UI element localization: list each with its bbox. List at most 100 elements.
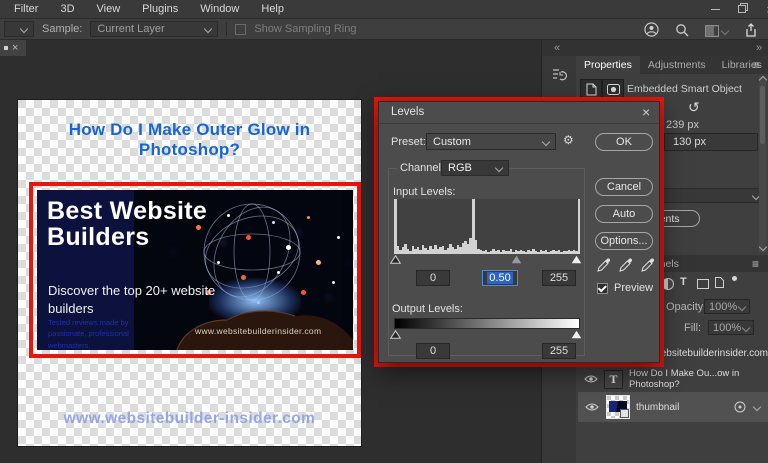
workspace-icon[interactable] [705, 25, 728, 37]
opacity-label: Opacity: [666, 301, 706, 313]
properties-menu-icon[interactable]: ≡ [753, 58, 760, 72]
preset-options-gear-icon[interactable]: ⚙ [563, 133, 574, 147]
width-value-label: 239 px [666, 119, 699, 131]
document-tab[interactable]: × [0, 40, 26, 56]
history-panel-icon[interactable] [546, 62, 572, 88]
menu-plugins[interactable]: Plugins [142, 3, 178, 15]
gray-point-eyedropper-icon[interactable] [619, 258, 633, 275]
sampling-ring-checkbox[interactable] [235, 24, 246, 35]
preset-dropdown[interactable]: Custom [426, 133, 556, 150]
menu-3d[interactable]: 3D [60, 3, 74, 15]
levels-dialog-titlebar[interactable]: Levels × [379, 102, 659, 124]
unsaved-dot-icon [4, 46, 8, 50]
levels-dialog: Levels × Preset: Custom ⚙ OK Cancel Auto… [378, 101, 660, 363]
channel-label: Channel: [397, 162, 447, 174]
black-point-eyedropper-icon[interactable] [597, 258, 611, 275]
output-levels-label: Output Levels: [392, 303, 463, 315]
type-layer-icon: T [604, 370, 623, 389]
layer-name[interactable]: How Do I Make Ou...ow in Photoshop? [629, 368, 768, 390]
collapse-right-icon[interactable]: » [756, 42, 762, 54]
input-levels-label: Input Levels: [393, 186, 455, 198]
levels-dialog-title: Levels [391, 106, 424, 118]
sample-size-dropdown[interactable] [4, 21, 34, 37]
dock-header-bar: « » [542, 40, 768, 56]
preset-label: Preset: [391, 136, 426, 148]
share-icon[interactable] [744, 23, 758, 40]
output-gradient-bar [394, 318, 580, 329]
input-black-field[interactable]: 0 [416, 270, 450, 286]
ok-button[interactable]: OK [595, 133, 653, 151]
menu-view[interactable]: View [97, 3, 121, 15]
tab-close-icon[interactable]: × [12, 42, 18, 54]
smart-object-filter-icon[interactable] [715, 277, 724, 291]
search-icon[interactable] [675, 23, 689, 40]
white-point-eyedropper-icon[interactable] [641, 258, 655, 275]
canvas-footer-url: www.websitebuilder-insider.com [18, 410, 361, 428]
reset-icon[interactable]: ↺ [688, 99, 700, 116]
output-black-slider[interactable] [390, 330, 401, 339]
cancel-button[interactable]: Cancel [595, 178, 653, 196]
fill-value[interactable]: 100% [708, 320, 754, 335]
tab-properties[interactable]: Properties [576, 56, 640, 74]
input-black-slider[interactable] [390, 255, 401, 264]
smart-filter-chevron-icon[interactable] [753, 403, 761, 411]
document-tab-bar [0, 40, 541, 56]
menu-filter[interactable]: Filter [14, 3, 38, 15]
layer-thumbnail-preview[interactable] [606, 395, 630, 419]
output-black-field[interactable]: 0 [416, 343, 450, 359]
sampling-ring-label: Show Sampling Ring [254, 23, 356, 35]
collapse-left-icon[interactable]: « [554, 42, 560, 54]
height-value-field[interactable]: 130 px [664, 133, 758, 151]
output-white-field[interactable]: 255 [542, 343, 576, 359]
sample-layer-dropdown[interactable]: Current Layer [90, 21, 218, 37]
smart-filter-icon[interactable] [734, 401, 746, 416]
mask-properties-button[interactable] [602, 79, 624, 99]
eye-icon[interactable] [584, 401, 600, 413]
input-gamma-slider[interactable] [511, 255, 522, 264]
document-canvas[interactable]: How Do I Make Outer Glow in Photoshop? [18, 100, 361, 446]
input-white-field[interactable]: 255 [542, 270, 576, 286]
input-gamma-field[interactable]: 0.50 [482, 270, 518, 286]
annotation-box-banner [29, 182, 361, 358]
histogram [394, 199, 580, 254]
fill-label: Fill: [684, 322, 701, 334]
preview-checkbox[interactable] [597, 283, 608, 294]
scroll-down-icon[interactable] [759, 243, 767, 251]
smart-object-corner-badge [620, 409, 629, 418]
options-bar: Sample: Current Layer Show Sampling Ring [0, 18, 768, 40]
input-white-slider[interactable] [571, 255, 582, 264]
options-button[interactable]: Options... [595, 232, 653, 250]
options-divider [226, 22, 227, 36]
smart-object-badge-button[interactable] [580, 79, 602, 99]
opacity-value[interactable]: 100% [704, 299, 750, 314]
menu-bar: Filter 3D View Plugins Window Help × [0, 0, 768, 18]
output-white-slider[interactable] [571, 330, 582, 339]
canvas-title-text: How Do I Make Outer Glow in Photoshop? [18, 120, 361, 160]
channel-dropdown[interactable]: RGB [441, 160, 509, 176]
photoshop-window: Filter 3D View Plugins Window Help × Sam… [0, 0, 768, 463]
shape-filter-icon[interactable] [697, 279, 709, 289]
restore-icon[interactable] [738, 3, 748, 16]
sample-label: Sample: [42, 23, 82, 35]
properties-tab-bar: Properties Adjustments Libraries [576, 56, 768, 74]
scrollbar-thumb[interactable] [760, 86, 765, 144]
properties-scrollbar[interactable] [759, 76, 766, 252]
layer-row-title-text[interactable]: T How Do I Make Ou...ow in Photoshop? [578, 366, 768, 392]
eye-icon[interactable] [584, 373, 598, 385]
filter-indicator-dot [732, 276, 737, 281]
tab-adjustments[interactable]: Adjustments [640, 56, 714, 74]
menu-window[interactable]: Window [200, 3, 239, 15]
preview-label: Preview [614, 282, 653, 294]
auto-button[interactable]: Auto [595, 205, 653, 223]
type-filter-icon[interactable]: T [680, 276, 687, 288]
layer-name[interactable]: thumbnail [636, 402, 679, 413]
account-icon[interactable] [644, 22, 659, 40]
minimize-icon[interactable] [711, 9, 720, 10]
preview-control[interactable]: Preview [597, 282, 653, 294]
layer-row-thumbnail[interactable]: thumbnail [578, 392, 768, 422]
layers-menu-icon[interactable]: ≡ [752, 257, 759, 271]
menu-help[interactable]: Help [261, 3, 284, 15]
annotation-box-levels: Levels × Preset: Custom ⚙ OK Cancel Auto… [374, 97, 664, 367]
scroll-up-icon[interactable] [759, 76, 767, 84]
dialog-close-icon[interactable]: × [642, 104, 650, 120]
